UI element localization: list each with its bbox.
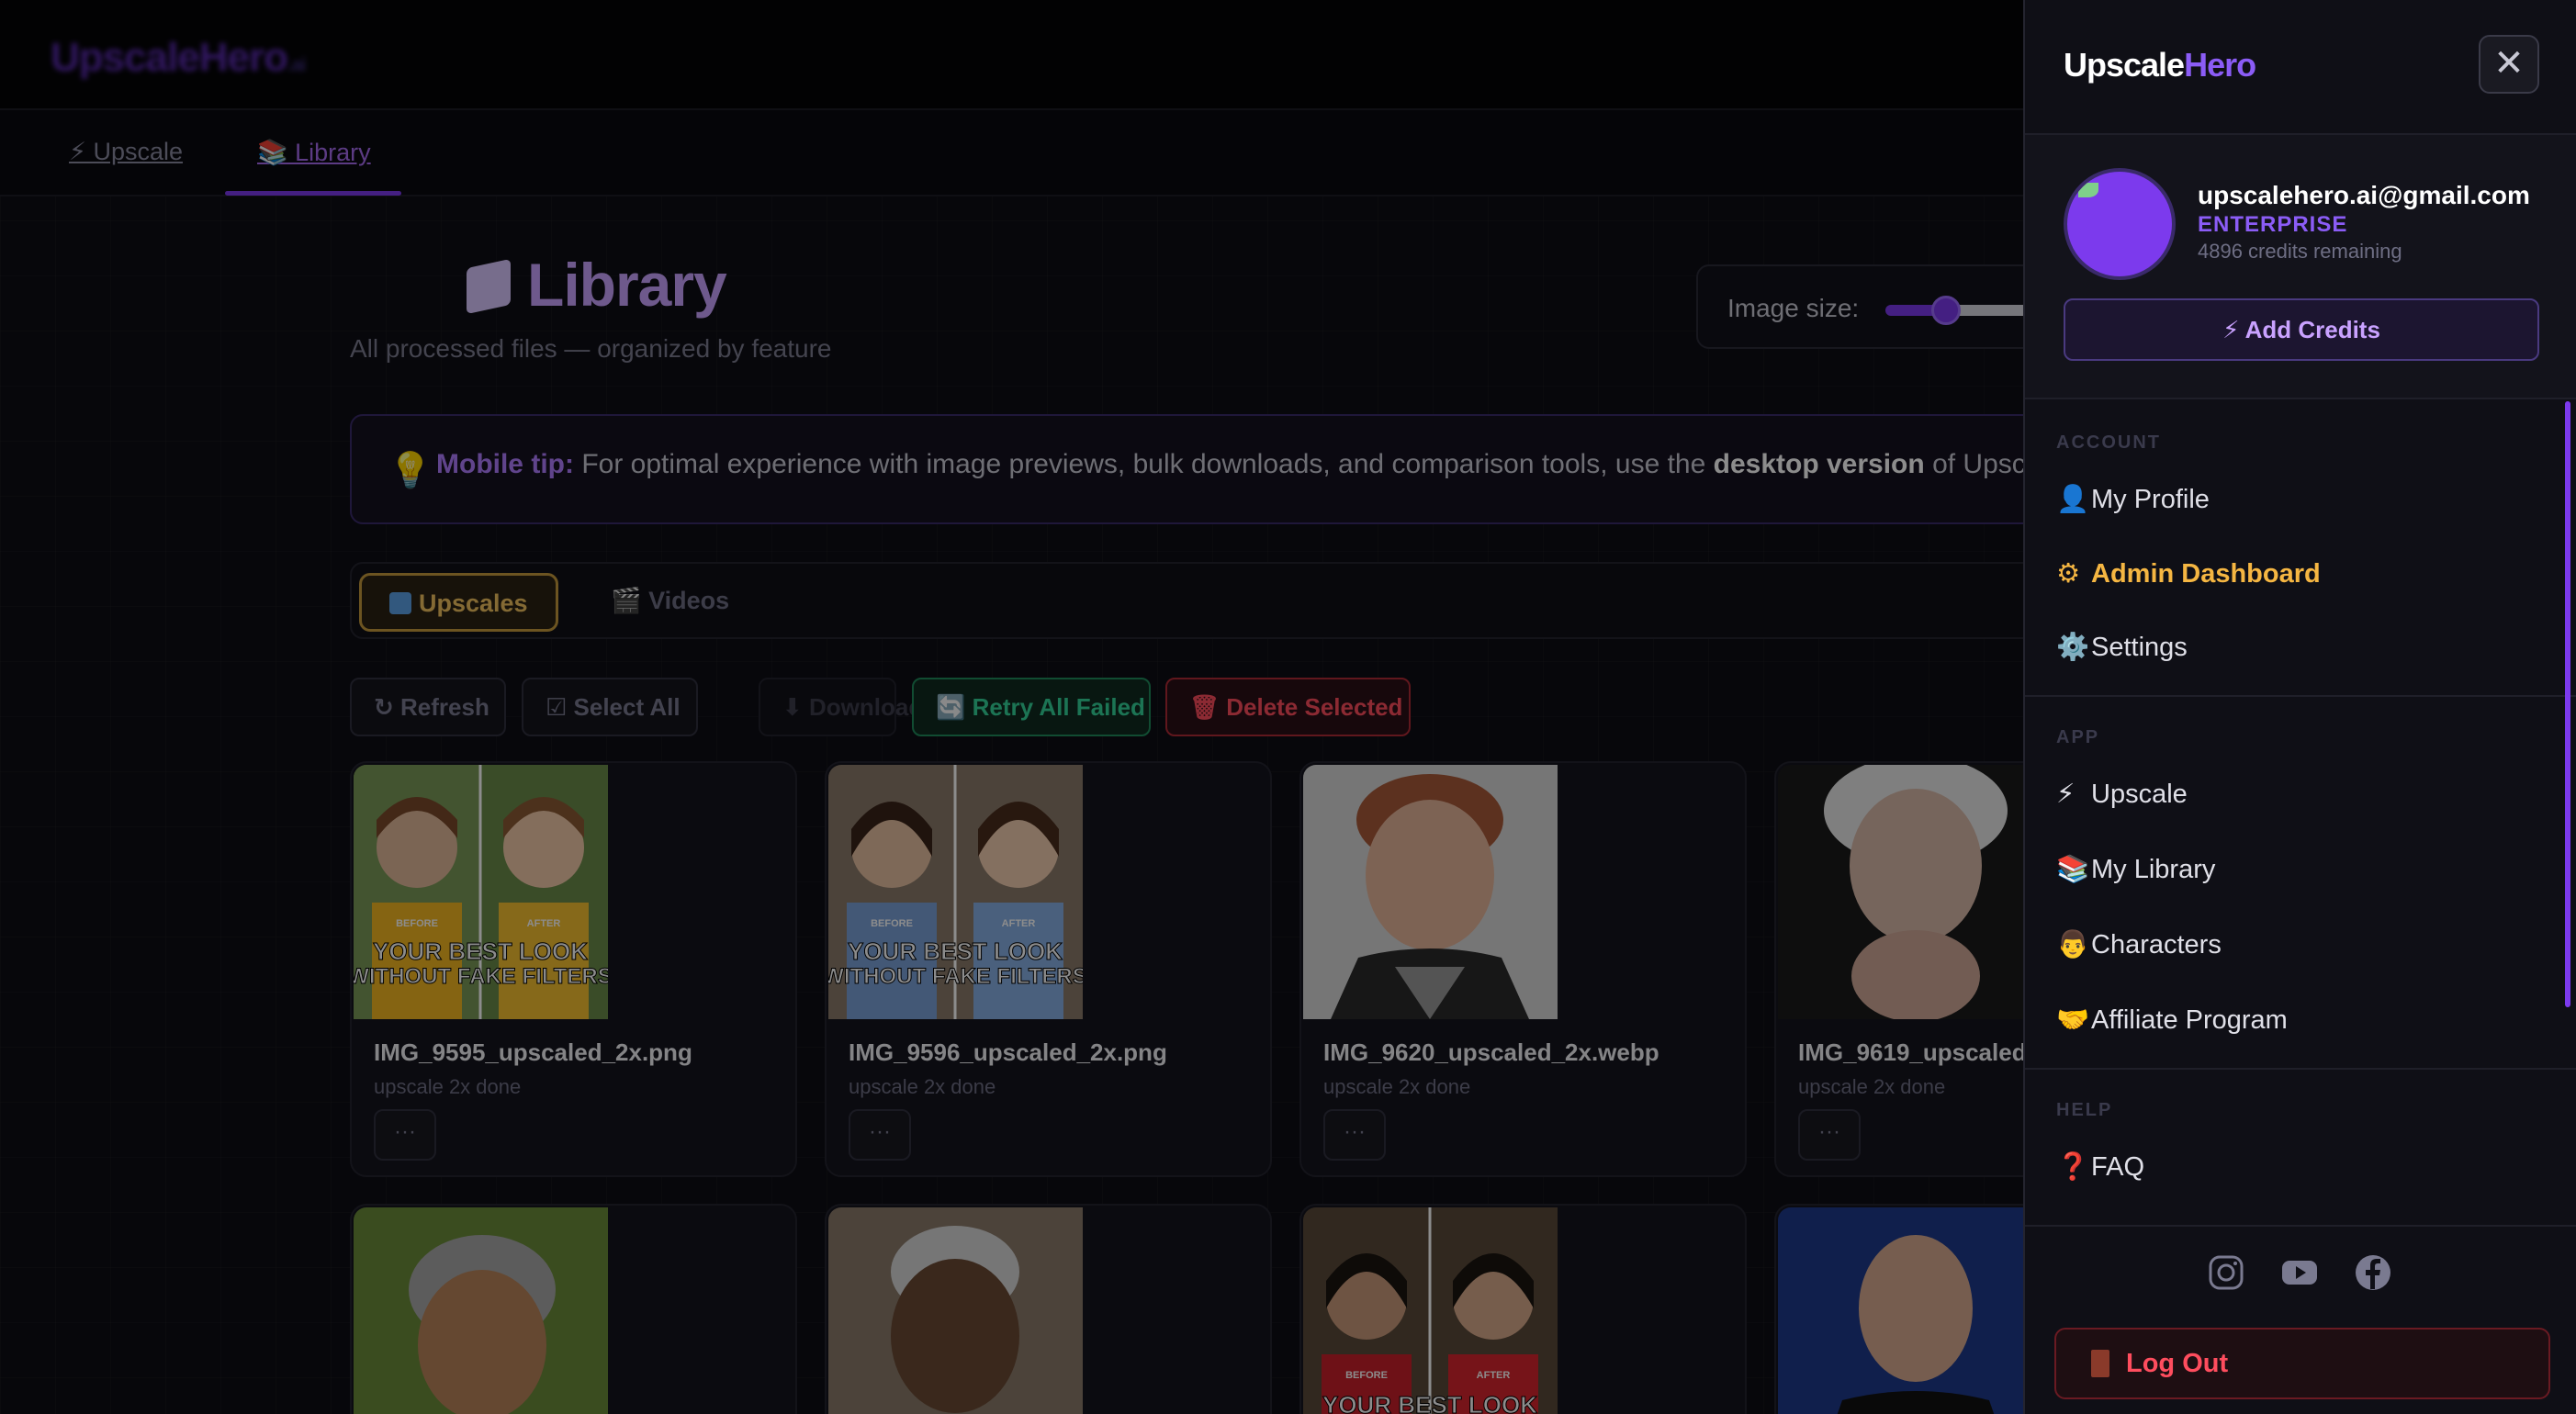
menu-item-my-library[interactable]: 📚My Library	[2056, 842, 2215, 897]
user-email: upscalehero.ai@gmail.com	[2198, 181, 2530, 209]
modal-overlay[interactable]	[0, 0, 2025, 1414]
menu-divider	[2025, 695, 2576, 697]
menu-item-faq[interactable]: ❓FAQ	[2056, 1139, 2144, 1195]
logout-button[interactable]: Log Out	[2054, 1328, 2550, 1399]
menu-item-upscale[interactable]: ⚡ Upscale	[2056, 767, 2188, 822]
menu-item-settings[interactable]: ⚙️Settings	[2056, 620, 2188, 675]
section-label-help: HELP	[2056, 1100, 2113, 1120]
avatar[interactable]	[2064, 168, 2176, 280]
menu-item-my-profile[interactable]: 👤My Profile	[2056, 472, 2210, 527]
lightning-icon: ⚡	[2056, 780, 2075, 809]
user-panel: upscalehero.ai@gmail.com ENTERPRISE 4896…	[2025, 133, 2576, 399]
add-credits-button[interactable]: ⚡ Add Credits	[2064, 298, 2539, 361]
drawer-scrollbar[interactable]	[2565, 401, 2570, 1007]
section-label-account: ACCOUNT	[2056, 432, 2161, 453]
close-icon[interactable]: ✕	[2479, 35, 2539, 94]
gear-icon: ⚙	[2056, 559, 2080, 589]
section-label-app: APP	[2056, 727, 2100, 747]
question-icon: ❓	[2056, 1152, 2090, 1182]
youtube-icon[interactable]	[2279, 1252, 2320, 1293]
menu-item-affiliate-program[interactable]: 🤝Affiliate Program	[2056, 993, 2288, 1048]
facebook-icon[interactable]	[2353, 1252, 2393, 1293]
drawer-menu: ACCOUNT 👤My Profile ⚙ Admin Dashboard ⚙️S…	[2025, 401, 2576, 1225]
menu-divider	[2025, 1068, 2576, 1070]
user-icon: 👤	[2056, 485, 2090, 514]
instagram-icon[interactable]	[2206, 1252, 2246, 1293]
settings-icon: ⚙️	[2056, 633, 2090, 662]
character-icon: 👨	[2056, 930, 2090, 960]
credits-remaining: 4896 credits remaining	[2198, 240, 2402, 263]
drawer-footer: Log Out	[2025, 1225, 2576, 1414]
books-icon: 📚	[2056, 855, 2090, 884]
plan-badge: ENTERPRISE	[2198, 212, 2348, 237]
leaf-icon	[2078, 183, 2098, 197]
menu-item-admin-dashboard[interactable]: ⚙ Admin Dashboard	[2056, 546, 2321, 601]
door-icon	[2091, 1350, 2109, 1377]
handshake-icon: 🤝	[2056, 1005, 2090, 1035]
side-drawer: UpscaleHero ✕ upscalehero.ai@gmail.com E…	[2023, 0, 2576, 1414]
menu-item-characters[interactable]: 👨Characters	[2056, 917, 2222, 972]
drawer-logo[interactable]: UpscaleHero	[2064, 46, 2256, 84]
